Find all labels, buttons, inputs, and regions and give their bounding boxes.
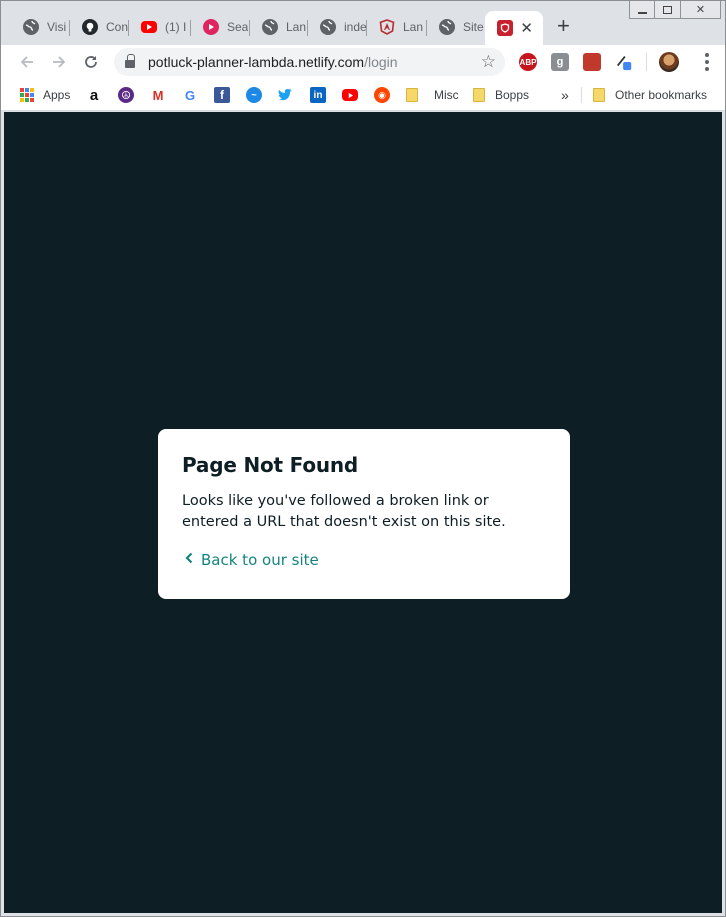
facebook-icon: f — [214, 87, 230, 103]
tab-3[interactable]: (1) I — [129, 12, 191, 42]
tab-2[interactable]: Con — [70, 12, 129, 42]
gmail-icon: M — [152, 87, 164, 103]
close-tab-icon[interactable]: ✕ — [520, 19, 533, 37]
bookmark-apps[interactable]: Apps — [19, 85, 70, 105]
grammarly-g-icon[interactable]: g — [551, 53, 569, 71]
bookmark-folder-misc[interactable]: Misc — [406, 85, 459, 105]
tab-title: Lan — [286, 20, 307, 34]
tab-title: Visi — [47, 20, 67, 34]
page-viewport: Page Not Found Looks like you've followe… — [4, 112, 722, 913]
forward-button[interactable] — [48, 51, 70, 73]
netlify-shield-icon — [497, 20, 513, 36]
bookmark-facebook[interactable]: f — [214, 85, 230, 105]
bookmark-amazon[interactable]: a — [86, 85, 102, 105]
bookmark-messenger[interactable]: ~ — [246, 85, 262, 105]
bookmark-reddit[interactable]: ◉ — [374, 85, 390, 105]
error-message: Looks like you've followed a broken link… — [182, 493, 506, 530]
linkedin-icon: in — [310, 87, 326, 103]
url-text: potluck-planner-lambda.netlify.com/login — [148, 54, 398, 70]
tab-title: Sea — [227, 20, 249, 34]
lock-icon[interactable] — [125, 53, 135, 68]
tab-1[interactable]: Visi — [11, 12, 70, 42]
bookmark-google[interactable]: G — [182, 85, 198, 105]
back-to-site-link[interactable]: Back to our site — [182, 551, 546, 569]
tab-active[interactable]: ✕ — [485, 11, 543, 45]
youtube-icon — [141, 21, 157, 33]
adblock-plus-icon[interactable]: ABP — [519, 53, 537, 71]
tab-title: Con — [106, 20, 129, 34]
reload-icon — [85, 56, 97, 68]
tab-7[interactable]: Lan — [367, 12, 427, 42]
new-tab-button[interactable]: + — [557, 15, 570, 37]
bookmark-linkedin[interactable]: in — [310, 85, 326, 105]
menu-dots-icon[interactable] — [705, 53, 709, 71]
bookmark-youtube[interactable] — [342, 85, 358, 105]
github-icon — [82, 19, 98, 35]
angular-icon — [379, 19, 395, 35]
bookmark-gmail[interactable]: M — [150, 85, 166, 105]
reload-button[interactable] — [80, 51, 102, 73]
messenger-icon: ~ — [246, 87, 262, 103]
bookmarks-bar: Apps a ☮ M G f ~ in ◉ Misc Bopps » Other… — [1, 79, 725, 111]
chevron-left-icon — [185, 552, 193, 568]
bookmark-twitter[interactable] — [278, 85, 294, 105]
reddit-icon: ◉ — [374, 87, 390, 103]
music-icon — [203, 19, 219, 35]
google-icon: G — [184, 87, 196, 103]
eyedropper-extension-icon[interactable] — [615, 53, 633, 71]
arrow-right-icon — [53, 56, 66, 68]
profile-avatar[interactable] — [659, 52, 679, 72]
bookmarks-overflow-button[interactable]: » — [561, 85, 569, 105]
tab-8[interactable]: Site — [427, 12, 485, 42]
globe-icon — [23, 19, 39, 35]
page-title: Page Not Found — [182, 453, 359, 477]
folder-icon — [473, 88, 485, 102]
tab-6[interactable]: inde — [308, 12, 367, 42]
address-bar[interactable]: potluck-planner-lambda.netlify.com/login… — [114, 48, 505, 76]
folder-icon — [593, 88, 605, 102]
apps-grid-icon — [19, 87, 35, 103]
tab-title: Site — [463, 20, 484, 34]
globe-icon — [439, 19, 455, 35]
browser-toolbar: potluck-planner-lambda.netlify.com/login… — [1, 45, 725, 79]
arrow-left-icon — [20, 56, 33, 68]
back-link-label: Back to our site — [201, 551, 319, 569]
bookmark-folder-bopps[interactable]: Bopps — [473, 85, 529, 105]
globe-icon — [262, 19, 278, 35]
tab-title: Lan — [403, 20, 424, 34]
not-found-card: Page Not Found Looks like you've followe… — [158, 429, 570, 599]
book-extension-icon[interactable] — [583, 53, 601, 71]
tab-title: (1) I — [165, 20, 187, 34]
tab-4[interactable]: Sea — [191, 12, 250, 42]
bookmark-other-bookmarks[interactable]: Other bookmarks — [593, 85, 707, 105]
tab-title: inde — [344, 20, 367, 34]
amazon-icon: a — [89, 86, 99, 104]
youtube-icon — [342, 89, 358, 101]
peace-icon: ☮ — [118, 87, 134, 103]
globe-icon — [320, 19, 336, 35]
browser-window: ✕ Visi Con (1) I Sea Lan inde Lan Site ✕… — [0, 0, 726, 917]
folder-icon — [406, 88, 418, 102]
back-button[interactable] — [16, 51, 38, 73]
bookmark-peace[interactable]: ☮ — [118, 85, 134, 105]
tab-5[interactable]: Lan — [250, 12, 308, 42]
bookmark-star-icon[interactable]: ☆ — [481, 52, 496, 72]
tab-strip: Visi Con (1) I Sea Lan inde Lan Site ✕ + — [9, 9, 725, 45]
twitter-icon — [278, 87, 294, 103]
